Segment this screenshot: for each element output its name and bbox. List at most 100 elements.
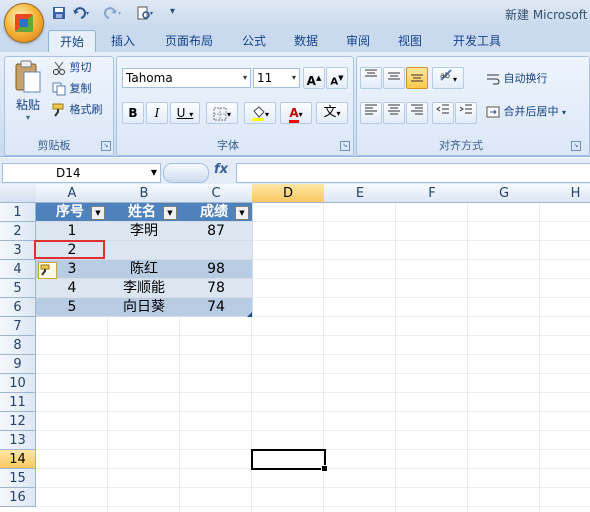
- grow-font-button[interactable]: A▲: [303, 67, 325, 89]
- align-middle-icon: [388, 72, 400, 80]
- filter-dropdown-icon[interactable]: ▼: [163, 206, 177, 220]
- table-cell[interactable]: 李顺能: [108, 279, 181, 298]
- clipboard-launcher-icon[interactable]: ↘: [101, 141, 111, 151]
- print-preview-icon[interactable]: [136, 6, 156, 22]
- table-header-cell[interactable]: 姓名 ▼: [108, 203, 181, 222]
- row-header-4[interactable]: 4: [0, 260, 36, 279]
- tab-formulas[interactable]: 公式: [236, 30, 272, 52]
- table-cell[interactable]: 5: [36, 298, 109, 317]
- tab-review[interactable]: 审阅: [340, 30, 376, 52]
- align-center-button[interactable]: [383, 102, 405, 124]
- row-header-7[interactable]: 7: [0, 317, 36, 336]
- table-cell[interactable]: 向日葵: [108, 298, 181, 317]
- column-header-h[interactable]: H: [540, 184, 590, 203]
- table-resize-handle[interactable]: [247, 312, 252, 317]
- tab-data[interactable]: 数据: [288, 30, 324, 52]
- row-header-14[interactable]: 14: [0, 450, 36, 469]
- alignment-launcher-icon[interactable]: ↘: [571, 141, 581, 151]
- row-header-15[interactable]: 15: [0, 469, 36, 488]
- increase-indent-button[interactable]: [455, 102, 477, 124]
- row-header-6[interactable]: 6: [0, 298, 36, 317]
- name-box[interactable]: D14 ▼: [2, 163, 161, 183]
- column-header-e[interactable]: E: [324, 184, 397, 203]
- row-header-11[interactable]: 11: [0, 393, 36, 412]
- table-header-cell[interactable]: 序号 ▼: [36, 203, 109, 222]
- wrap-text-button[interactable]: 自动换行: [486, 71, 548, 87]
- row-header-16[interactable]: 16: [0, 488, 36, 507]
- orientation-button[interactable]: ab ▾: [432, 67, 464, 89]
- table-cell[interactable]: 98: [180, 260, 253, 279]
- column-header-b[interactable]: B: [108, 184, 181, 203]
- borders-button[interactable]: ▾: [206, 102, 238, 124]
- tab-developer[interactable]: 开发工具: [446, 30, 508, 52]
- row-header-3[interactable]: 3: [0, 241, 36, 260]
- table-cell[interactable]: 74: [180, 298, 253, 317]
- copy-button[interactable]: 复制: [52, 81, 92, 97]
- tab-view[interactable]: 视图: [392, 30, 428, 52]
- merge-center-button[interactable]: 合并后居中 ▾: [486, 104, 566, 121]
- bold-button[interactable]: B: [122, 102, 144, 124]
- worksheet-grid[interactable]: A B C D E F G H 1 2 3 4 5 6 7 8 9 10 11 …: [0, 184, 590, 512]
- filter-dropdown-icon[interactable]: ▼: [91, 206, 105, 220]
- paste-options-icon[interactable]: [38, 262, 57, 279]
- table-cell[interactable]: [108, 241, 181, 260]
- row-header-5[interactable]: 5: [0, 279, 36, 298]
- merge-center-label: 合并后居中: [503, 105, 559, 118]
- row-header-8[interactable]: 8: [0, 336, 36, 355]
- table-cell[interactable]: [180, 241, 253, 260]
- font-name-select[interactable]: Tahoma ▾: [122, 68, 251, 88]
- column-header-c[interactable]: C: [180, 184, 253, 203]
- row-header-1[interactable]: 1: [0, 203, 36, 222]
- table-cell[interactable]: 87: [180, 222, 253, 241]
- save-icon[interactable]: [52, 6, 66, 22]
- copy-icon: [52, 82, 66, 96]
- align-middle-button[interactable]: [383, 67, 405, 89]
- align-top-button[interactable]: [360, 67, 382, 89]
- formula-expand-handle[interactable]: [163, 163, 209, 183]
- row-header-12[interactable]: 12: [0, 412, 36, 431]
- row-header-9[interactable]: 9: [0, 355, 36, 374]
- redo-icon[interactable]: [104, 6, 124, 22]
- format-painter-button[interactable]: 格式刷: [52, 102, 103, 118]
- insert-function-button[interactable]: fx: [214, 162, 228, 177]
- italic-button[interactable]: I: [146, 102, 168, 124]
- align-left-button[interactable]: [360, 102, 382, 124]
- tab-home[interactable]: 开始: [48, 30, 96, 53]
- cut-button[interactable]: 剪切: [52, 60, 92, 76]
- table-header-cell[interactable]: 成绩 ▼: [180, 203, 253, 222]
- table-cell[interactable]: 陈红: [108, 260, 181, 279]
- font-launcher-icon[interactable]: ↘: [340, 141, 350, 151]
- fill-handle[interactable]: [321, 465, 328, 472]
- table-cell[interactable]: 1: [36, 222, 109, 241]
- align-right-button[interactable]: [406, 102, 428, 124]
- align-bottom-button[interactable]: [406, 67, 428, 89]
- column-header-g[interactable]: G: [468, 184, 541, 203]
- underline-button[interactable]: U ▾: [170, 102, 200, 124]
- customize-qat-icon[interactable]: ▾: [170, 6, 175, 22]
- column-header-d[interactable]: D: [252, 184, 325, 203]
- active-cell-d14[interactable]: [251, 449, 328, 472]
- font-size-select[interactable]: 11 ▾: [253, 68, 300, 88]
- tab-page-layout[interactable]: 页面布局: [158, 30, 220, 52]
- align-left-icon: [365, 104, 377, 115]
- paste-button[interactable]: 粘贴 ▾: [12, 60, 44, 122]
- undo-icon[interactable]: [72, 6, 92, 22]
- font-color-button[interactable]: A▾: [280, 102, 312, 124]
- phonetic-button[interactable]: 文▾: [316, 102, 348, 124]
- column-header-f[interactable]: F: [396, 184, 469, 203]
- decrease-indent-button[interactable]: [432, 102, 454, 124]
- row-header-13[interactable]: 13: [0, 431, 36, 450]
- column-header-a[interactable]: A: [36, 184, 109, 203]
- row-header-10[interactable]: 10: [0, 374, 36, 393]
- tab-insert[interactable]: 插入: [106, 30, 140, 52]
- fill-color-button[interactable]: ▾: [244, 102, 276, 124]
- table-cell[interactable]: 4: [36, 279, 109, 298]
- filter-dropdown-icon[interactable]: ▼: [235, 206, 249, 220]
- select-all-corner[interactable]: [0, 184, 37, 203]
- row-header-2[interactable]: 2: [0, 222, 36, 241]
- table-cell[interactable]: 78: [180, 279, 253, 298]
- shrink-font-button[interactable]: A▼: [326, 67, 348, 89]
- formula-input[interactable]: [236, 163, 590, 183]
- table-cell[interactable]: 李明: [108, 222, 181, 241]
- office-button[interactable]: [4, 3, 44, 43]
